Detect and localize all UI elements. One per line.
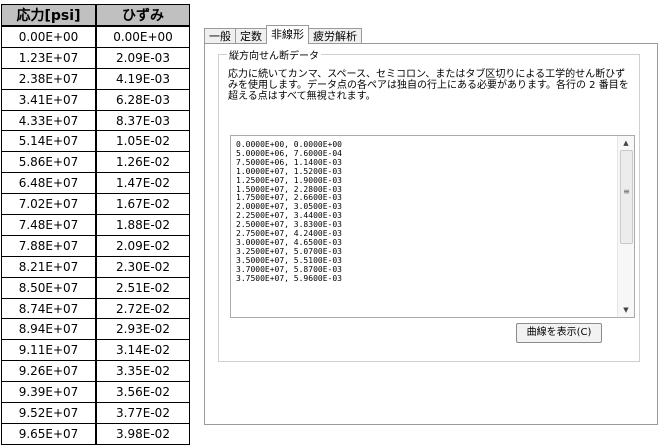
stress-cell: 9.26E+07 bbox=[1, 360, 97, 383]
table-row: 9.65E+07 3.98E-02 bbox=[1, 422, 190, 445]
stress-cell: 3.41E+07 bbox=[1, 88, 97, 111]
strain-cell: 2.09E-03 bbox=[95, 46, 190, 69]
stress-cell: 4.33E+07 bbox=[1, 109, 97, 132]
strain-cell: 3.98E-02 bbox=[95, 422, 190, 445]
table-row: 5.86E+07 1.26E-02 bbox=[1, 151, 190, 174]
strain-cell: 1.88E-02 bbox=[95, 214, 190, 236]
header-stress: 応力[psi] bbox=[1, 4, 97, 27]
stress-cell: 8.21E+07 bbox=[1, 255, 97, 278]
show-curve-button[interactable]: 曲線を表示(C) bbox=[516, 323, 602, 343]
strain-cell: 1.05E-02 bbox=[95, 130, 190, 153]
table-row: 9.26E+07 3.35E-02 bbox=[1, 360, 190, 383]
table-row: 7.48E+07 1.88E-02 bbox=[1, 214, 190, 236]
strain-cell: 4.19E-03 bbox=[95, 67, 190, 90]
scroll-up-arrow-icon[interactable]: ▲ bbox=[618, 136, 634, 150]
strain-cell: 2.30E-02 bbox=[95, 255, 190, 278]
strain-cell: 6.28E-03 bbox=[95, 88, 190, 111]
stress-cell: 9.39E+07 bbox=[1, 381, 97, 404]
table-row: 8.94E+07 2.93E-02 bbox=[1, 318, 190, 341]
tab-general[interactable]: 一般 bbox=[204, 28, 236, 44]
stress-cell: 8.50E+07 bbox=[1, 276, 97, 299]
table-header-row: 応力[psi] ひずみ bbox=[1, 4, 190, 27]
material-properties-dialog: 一般 定数 非線形 疲労解析 縦方向せん断データ 応力に続いてカンマ、スペース、… bbox=[204, 25, 658, 425]
stress-cell: 8.94E+07 bbox=[1, 318, 97, 341]
stress-cell: 5.86E+07 bbox=[1, 151, 97, 174]
data-textarea[interactable]: 0.0000E+00, 0.0000E+00 5.0000E+06, 7.6000… bbox=[230, 135, 635, 318]
table-row: 8.21E+07 2.30E-02 bbox=[1, 255, 190, 278]
strain-cell: 2.09E-02 bbox=[95, 234, 190, 257]
table-row: 9.39E+07 3.56E-02 bbox=[1, 381, 190, 404]
table-row: 7.88E+07 2.09E-02 bbox=[1, 234, 190, 257]
strain-cell: 3.14E-02 bbox=[95, 339, 190, 362]
table-row: 4.33E+07 8.37E-03 bbox=[1, 109, 190, 132]
strain-cell: 1.67E-02 bbox=[95, 193, 190, 216]
stress-cell: 8.74E+07 bbox=[1, 297, 97, 320]
table-row: 9.52E+07 3.77E-02 bbox=[1, 402, 190, 424]
scroll-thumb[interactable]: ≡ bbox=[620, 150, 633, 244]
strain-cell: 8.37E-03 bbox=[95, 109, 190, 132]
stress-cell: 7.48E+07 bbox=[1, 214, 97, 236]
strain-cell: 2.93E-02 bbox=[95, 318, 190, 341]
table-row: 2.38E+07 4.19E-03 bbox=[1, 67, 190, 90]
stress-cell: 5.14E+07 bbox=[1, 130, 97, 153]
tab-bar: 一般 定数 非線形 疲労解析 bbox=[204, 25, 362, 44]
scroll-down-arrow-icon[interactable]: ▼ bbox=[618, 303, 634, 317]
instructions-text: 応力に続いてカンマ、スペース、セミコロン、またはタブ区切りによる工学的せん断ひず… bbox=[228, 69, 629, 102]
table-row: 5.14E+07 1.05E-02 bbox=[1, 130, 190, 153]
stress-cell: 9.52E+07 bbox=[1, 402, 97, 424]
strain-cell: 3.35E-02 bbox=[95, 360, 190, 383]
stress-cell: 0.00E+00 bbox=[1, 25, 97, 48]
group-title: 縦方向せん断データ bbox=[227, 47, 321, 62]
shear-data-group: 縦方向せん断データ 応力に続いてカンマ、スペース、セミコロン、またはタブ区切りに… bbox=[218, 47, 640, 362]
strain-cell: 0.00E+00 bbox=[95, 25, 190, 48]
tab-constants[interactable]: 定数 bbox=[235, 28, 267, 44]
stress-cell: 9.11E+07 bbox=[1, 339, 97, 362]
stress-strain-table: 応力[psi] ひずみ 0.00E+00 0.00E+00 1.23E+07 2.09… bbox=[1, 4, 190, 445]
vertical-scrollbar[interactable]: ▲ ≡ ▼ bbox=[617, 136, 634, 317]
strain-cell: 3.77E-02 bbox=[95, 402, 190, 424]
table-row: 0.00E+00 0.00E+00 bbox=[1, 25, 190, 48]
stress-cell: 2.38E+07 bbox=[1, 67, 97, 90]
stress-cell: 1.23E+07 bbox=[1, 46, 97, 69]
table-row: 6.48E+07 1.47E-02 bbox=[1, 172, 190, 195]
table-row: 3.41E+07 6.28E-03 bbox=[1, 88, 190, 111]
table-row: 8.50E+07 2.51E-02 bbox=[1, 276, 190, 299]
tab-panel: 縦方向せん断データ 応力に続いてカンマ、スペース、セミコロン、またはタブ区切りに… bbox=[204, 43, 658, 425]
table-row: 1.23E+07 2.09E-03 bbox=[1, 46, 190, 69]
stress-cell: 6.48E+07 bbox=[1, 172, 97, 195]
table-row: 7.02E+07 1.67E-02 bbox=[1, 193, 190, 216]
tab-fatigue[interactable]: 疲労解析 bbox=[308, 28, 362, 44]
strain-cell: 1.26E-02 bbox=[95, 151, 190, 174]
data-line: 3.7500E+07, 5.9600E-03 bbox=[236, 273, 342, 283]
strain-cell: 3.56E-02 bbox=[95, 381, 190, 404]
strain-cell: 2.51E-02 bbox=[95, 276, 190, 299]
strain-cell: 1.47E-02 bbox=[95, 172, 190, 195]
strain-cell: 2.72E-02 bbox=[95, 297, 190, 320]
stress-cell: 7.88E+07 bbox=[1, 234, 97, 257]
table-row: 8.74E+07 2.72E-02 bbox=[1, 297, 190, 320]
stress-cell: 7.02E+07 bbox=[1, 193, 97, 216]
tab-nonlinear[interactable]: 非線形 bbox=[266, 25, 309, 44]
data-lines: 0.0000E+00, 0.0000E+00 5.0000E+06, 7.6000… bbox=[236, 140, 342, 284]
stress-cell: 9.65E+07 bbox=[1, 422, 97, 445]
header-strain: ひずみ bbox=[95, 4, 190, 27]
grip-icon: ≡ bbox=[623, 187, 630, 196]
table-row: 9.11E+07 3.14E-02 bbox=[1, 339, 190, 362]
